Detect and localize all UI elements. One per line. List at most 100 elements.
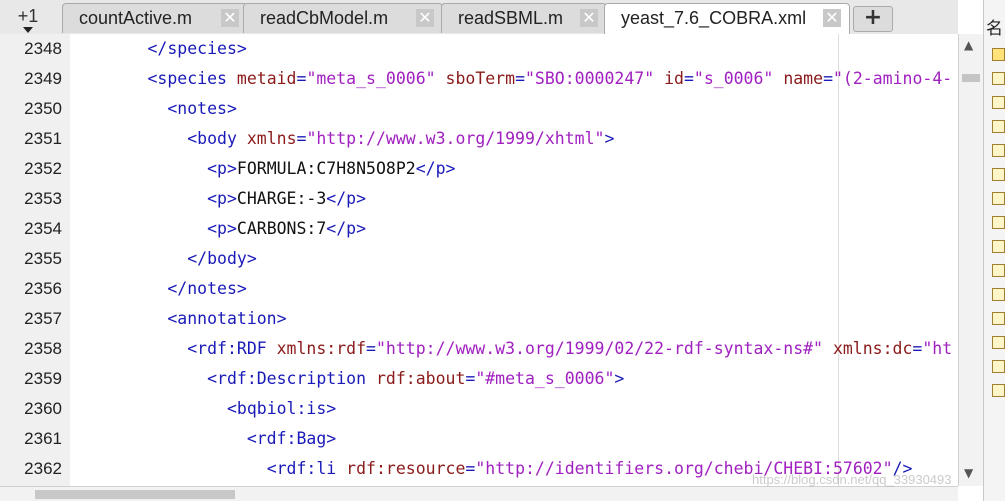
syntax-attr: name xyxy=(783,69,824,88)
syntax-tag: > xyxy=(614,369,625,388)
horizontal-scrollbar[interactable] xyxy=(0,486,958,501)
code-line[interactable]: 2351 <body xmlns="http://www.w3.org/1999… xyxy=(0,124,958,154)
code-text[interactable]: <p>CHARGE:-3</p> xyxy=(68,184,366,214)
side-panel-checkbox[interactable] xyxy=(992,312,1005,325)
syntax-text xyxy=(654,69,664,88)
code-text[interactable]: <rdf:Description rdf:about="#meta_s_0006… xyxy=(68,364,624,394)
code-text[interactable]: <rdf:RDF xmlns:rdf="http://www.w3.org/19… xyxy=(68,334,952,364)
code-line[interactable]: 2357 <annotation> xyxy=(0,304,958,334)
syntax-tag: <p> xyxy=(207,159,237,178)
syntax-str: "#meta_s_0006" xyxy=(475,369,615,388)
side-panel-checkbox[interactable] xyxy=(992,72,1005,85)
code-line[interactable]: 2348 </species> xyxy=(0,34,958,64)
syntax-tag: = xyxy=(912,339,923,358)
tab-readCbModel[interactable]: readCbModel.m ✕ xyxy=(243,3,443,33)
code-text[interactable]: <body xmlns="http://www.w3.org/1999/xhtm… xyxy=(68,124,614,154)
close-icon[interactable]: ✕ xyxy=(221,9,239,27)
horizontal-scroll-thumb[interactable] xyxy=(35,490,235,499)
syntax-tag: <bqbiol:is> xyxy=(226,399,337,418)
line-number: 2361 xyxy=(24,429,62,448)
syntax-text: CARBONS:7 xyxy=(236,219,327,238)
code-line[interactable]: 2355 </body> xyxy=(0,244,958,274)
tab-countActive[interactable]: countActive.m ✕ xyxy=(62,3,248,33)
code-text[interactable]: <notes> xyxy=(68,94,237,124)
side-panel-checkbox[interactable] xyxy=(992,192,1005,205)
side-panel-checkbox[interactable] xyxy=(992,384,1005,397)
side-panel-checkbox[interactable] xyxy=(992,48,1005,61)
syntax-str: "s_0006" xyxy=(693,69,774,88)
tab-list-dropdown[interactable]: +1 xyxy=(0,3,56,33)
line-number: 2348 xyxy=(24,39,62,58)
side-panel-checkbox[interactable] xyxy=(992,264,1005,277)
vertical-scroll-thumb[interactable] xyxy=(962,74,980,82)
code-text[interactable]: <p>FORMULA:C7H8N5O8P2</p> xyxy=(68,154,455,184)
syntax-str: "SBO:0000247" xyxy=(525,69,655,88)
line-number: 2352 xyxy=(24,159,62,178)
side-panel-checkbox[interactable] xyxy=(992,168,1005,181)
side-panel-header: 名 xyxy=(986,19,1003,39)
line-number: 2360 xyxy=(24,399,62,418)
syntax-text: CHARGE:-3 xyxy=(236,189,327,208)
syntax-tag: = xyxy=(465,369,476,388)
syntax-tag: = xyxy=(296,129,307,148)
syntax-tag: <rdf:RDF xyxy=(187,339,277,358)
tab-readSBML[interactable]: readSBML.m ✕ xyxy=(441,3,607,33)
syntax-str: "ht xyxy=(922,339,953,358)
syntax-attr: sboTerm xyxy=(445,69,516,88)
code-editor[interactable]: 2348 </species> 2349 <species metaid="met… xyxy=(0,34,958,486)
syntax-str: "http://www.w3.org/1999/xhtml" xyxy=(306,129,605,148)
code-text[interactable]: </species> xyxy=(68,34,246,64)
code-text[interactable]: <species metaid="meta_s_0006" sboTerm="S… xyxy=(68,64,952,94)
code-text[interactable]: <bqbiol:is> xyxy=(68,394,336,424)
chevron-down-icon xyxy=(23,27,33,33)
new-tab-button[interactable]: + xyxy=(853,6,893,32)
code-text[interactable]: </notes> xyxy=(68,274,246,304)
syntax-text xyxy=(436,69,446,88)
side-panel-checkbox[interactable] xyxy=(992,240,1005,253)
side-panel-checkbox[interactable] xyxy=(992,144,1005,157)
syntax-str: "meta_s_0006" xyxy=(306,69,436,88)
syntax-text xyxy=(773,69,783,88)
code-line[interactable]: 2352 <p>FORMULA:C7H8N5O8P2</p> xyxy=(0,154,958,184)
side-panel-checkbox[interactable] xyxy=(992,336,1005,349)
code-line[interactable]: 2358 <rdf:RDF xmlns:rdf="http://www.w3.o… xyxy=(0,334,958,364)
side-panel: 名 xyxy=(983,0,1005,501)
line-number: 2358 xyxy=(24,339,62,358)
syntax-str: "(2-amino-4- xyxy=(833,69,953,88)
code-line[interactable]: 2350 <notes> xyxy=(0,94,958,124)
syntax-attr: metaid xyxy=(236,69,297,88)
tab-label: readSBML.m xyxy=(458,8,564,28)
syntax-attr: rdf:about xyxy=(375,369,466,388)
code-text[interactable]: <p>CARBONS:7</p> xyxy=(68,214,366,244)
syntax-tag: = xyxy=(515,69,525,88)
side-panel-checkbox[interactable] xyxy=(992,360,1005,373)
code-line[interactable]: 2361 <rdf:Bag> xyxy=(0,424,958,454)
tab-yeast-cobra-xml[interactable]: yeast_7.6_COBRA.xml ✕ xyxy=(604,3,850,35)
code-line[interactable]: 2353 <p>CHARGE:-3</p> xyxy=(0,184,958,214)
close-icon[interactable]: ✕ xyxy=(580,9,598,27)
line-number: 2356 xyxy=(24,279,62,298)
code-line[interactable]: 2360 <bqbiol:is> xyxy=(0,394,958,424)
side-panel-checkbox[interactable] xyxy=(992,96,1005,109)
code-line[interactable]: 2356 </notes> xyxy=(0,274,958,304)
code-line[interactable]: 2359 <rdf:Description rdf:about="#meta_s… xyxy=(0,364,958,394)
code-line[interactable]: 2349 <species metaid="meta_s_0006" sboTe… xyxy=(0,64,958,94)
line-number: 2354 xyxy=(24,219,62,238)
syntax-tag: = xyxy=(683,69,694,88)
side-panel-checkbox[interactable] xyxy=(992,288,1005,301)
line-number: 2353 xyxy=(24,189,62,208)
close-icon[interactable]: ✕ xyxy=(823,9,841,27)
syntax-tag: </p> xyxy=(326,189,367,208)
syntax-str: "http://www.w3.org/1999/02/22-rdf-syntax… xyxy=(375,339,823,358)
close-icon[interactable]: ✕ xyxy=(416,9,434,27)
code-text[interactable]: </body> xyxy=(68,244,257,274)
side-panel-checkbox[interactable] xyxy=(992,120,1005,133)
code-line[interactable]: 2354 <p>CARBONS:7</p> xyxy=(0,214,958,244)
code-text[interactable]: <rdf:Bag> xyxy=(68,424,336,454)
syntax-tag: = xyxy=(823,69,833,88)
scroll-down-icon[interactable]: ▼ xyxy=(964,466,973,480)
vertical-scrollbar[interactable]: ▲ ▼ xyxy=(958,34,983,486)
side-panel-checkbox[interactable] xyxy=(992,216,1005,229)
code-text[interactable]: <annotation> xyxy=(68,304,286,334)
scroll-up-icon[interactable]: ▲ xyxy=(964,38,973,52)
